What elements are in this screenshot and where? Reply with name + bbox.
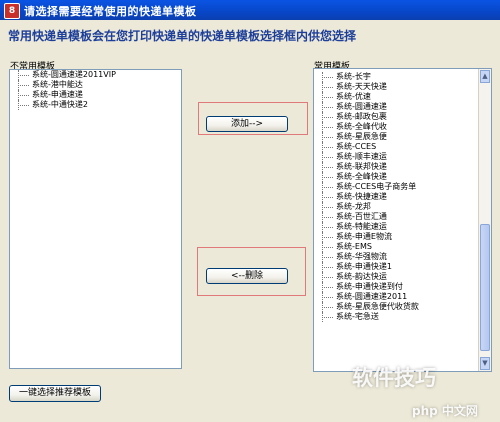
add-button[interactable]: 添加--> <box>206 116 288 132</box>
watermark-site: php 中文网 <box>412 404 478 418</box>
template-item[interactable]: 系统-全峰代收 <box>314 122 491 132</box>
template-item[interactable]: 系统-圆通速递2011 <box>314 292 491 302</box>
scroll-down-arrow-icon[interactable]: ▼ <box>480 357 490 370</box>
window-title: 请选择需要经常使用的快递单模板 <box>24 5 197 18</box>
template-item[interactable]: 系统-龙邦 <box>314 202 491 212</box>
template-item[interactable]: 系统-百世汇通 <box>314 212 491 222</box>
template-item[interactable]: 系统-全峰快递 <box>314 172 491 182</box>
title-bar: 8 请选择需要经常使用的快递单模板 <box>0 0 500 20</box>
template-item[interactable]: 系统-星辰急便 <box>314 132 491 142</box>
remove-button[interactable]: <--删除 <box>206 268 288 284</box>
uncommon-templates-list[interactable]: 系统-圆通速递2011VIP 系统-港中能达 系统-申通速递 系统-中通快递2 <box>9 69 182 369</box>
template-item[interactable]: 系统-港中能达 <box>10 80 181 90</box>
template-item[interactable]: 系统-宅急送 <box>314 312 491 322</box>
template-item[interactable]: 系统-优速 <box>314 92 491 102</box>
page-heading: 常用快递单模板会在您打印快递单的快递单模板选择框内供您选择 <box>8 29 357 43</box>
template-item[interactable]: 系统-申通快递到付 <box>314 282 491 292</box>
template-item[interactable]: 系统-联邦快递 <box>314 162 491 172</box>
template-item[interactable]: 系统-申通E物流 <box>314 232 491 242</box>
select-recommended-button[interactable]: 一键选择推荐模板 <box>9 385 101 402</box>
template-item[interactable]: 系统-圆通速递 <box>314 102 491 112</box>
common-list-scrollbar[interactable]: ▲ ▼ <box>478 69 491 371</box>
template-item[interactable]: 系统-CCES电子商务单 <box>314 182 491 192</box>
template-item[interactable]: 系统-EMS <box>314 242 491 252</box>
template-item[interactable]: 系统-韵达快运 <box>314 272 491 282</box>
template-item[interactable]: 系统-顺丰速运 <box>314 152 491 162</box>
template-item[interactable]: 系统-星辰急便代收货款 <box>314 302 491 312</box>
template-item[interactable]: 系统-天天快递 <box>314 82 491 92</box>
common-templates-list[interactable]: 系统-长宇 系统-天天快递 系统-优速 系统-圆通速递 系统-邮政包裹 系统-全峰代收 系统… <box>313 68 492 372</box>
template-item[interactable]: 系统-快捷速递 <box>314 192 491 202</box>
template-item[interactable]: 系统-CCES <box>314 142 491 152</box>
watermark-text: 软件技巧 <box>352 366 436 390</box>
template-item[interactable]: 系统-特能速运 <box>314 222 491 232</box>
template-item[interactable]: 系统-邮政包裹 <box>314 112 491 122</box>
common-templates-tree: 系统-长宇 系统-天天快递 系统-优速 系统-圆通速递 系统-邮政包裹 系统-全峰代收 系统… <box>314 69 491 322</box>
uncommon-templates-tree: 系统-圆通速递2011VIP 系统-港中能达 系统-申通速递 系统-中通快递2 <box>10 70 181 110</box>
template-item[interactable]: 系统-申通快递1 <box>314 262 491 272</box>
app-icon: 8 <box>4 3 20 19</box>
template-item[interactable]: 系统-中通快递2 <box>10 100 181 110</box>
scroll-thumb[interactable] <box>480 224 490 351</box>
template-item[interactable]: 系统-圆通速递2011VIP <box>10 70 181 80</box>
template-item[interactable]: 系统-华强物流 <box>314 252 491 262</box>
scroll-up-arrow-icon[interactable]: ▲ <box>480 70 490 83</box>
template-item[interactable]: 系统-申通速递 <box>10 90 181 100</box>
template-item[interactable]: 系统-长宇 <box>314 72 491 82</box>
